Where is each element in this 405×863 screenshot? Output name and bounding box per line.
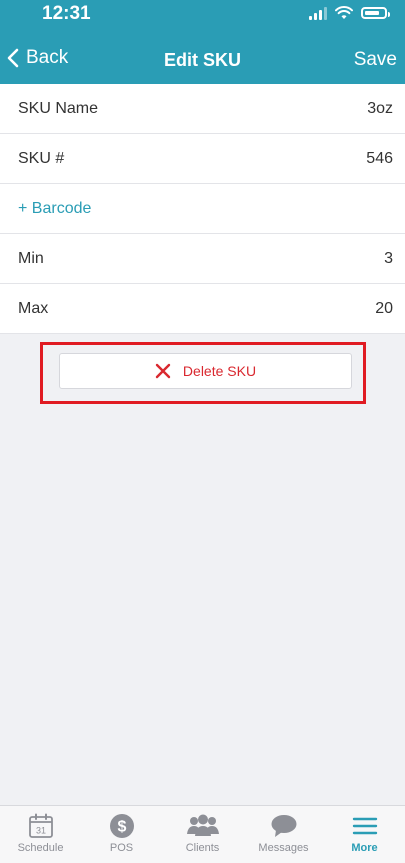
max-label: Max (18, 299, 49, 317)
tab-bar: 31 Schedule $ POS Clients Messages More (0, 805, 405, 863)
delete-sku-label: Delete SKU (182, 363, 257, 379)
min-label: Min (18, 249, 44, 267)
page-title: Edit SKU (163, 50, 241, 70)
sku-form: SKU Name 3oz SKU # 546 + Barcode Min 3 M… (0, 84, 405, 334)
tab-more[interactable]: More (324, 806, 405, 863)
tab-clients-label: Clients (185, 842, 220, 854)
cellular-signal-icon (309, 6, 327, 20)
calendar-icon: 31 (28, 813, 53, 838)
status-icons (309, 6, 390, 20)
close-icon (155, 363, 171, 379)
tab-clients[interactable]: Clients (162, 806, 243, 863)
tab-schedule[interactable]: 31 Schedule (0, 806, 81, 863)
barcode-row[interactable]: + Barcode (0, 184, 405, 234)
max-row[interactable]: Max 20 (0, 284, 405, 334)
tab-messages[interactable]: Messages (243, 806, 324, 863)
sku-name-value[interactable]: 3oz (367, 100, 393, 118)
tab-messages-label: Messages (258, 842, 309, 854)
sku-number-label: SKU # (18, 149, 65, 167)
delete-sku-button[interactable]: Delete SKU (59, 353, 352, 389)
wifi-icon (335, 6, 353, 19)
people-icon (186, 814, 219, 836)
svg-text:$: $ (117, 819, 126, 836)
status-time: 12:31 (42, 3, 91, 24)
save-button[interactable]: Save (354, 49, 397, 71)
tab-schedule-label: Schedule (17, 842, 64, 854)
tab-pos-label: POS (109, 842, 134, 854)
min-row[interactable]: Min 3 (0, 234, 405, 284)
tab-more-label: More (351, 842, 378, 854)
tab-pos[interactable]: $ POS (81, 806, 162, 863)
sku-number-row[interactable]: SKU # 546 (0, 134, 405, 184)
chat-bubble-icon (271, 815, 296, 837)
add-barcode-link[interactable]: + Barcode (18, 200, 91, 218)
sku-name-row[interactable]: SKU Name 3oz (0, 84, 405, 134)
battery-icon (361, 7, 390, 19)
dollar-icon: $ (109, 814, 134, 838)
max-value[interactable]: 20 (375, 300, 393, 318)
min-value[interactable]: 3 (384, 250, 393, 268)
sku-name-label: SKU Name (18, 99, 99, 117)
calendar-day-number: 31 (35, 826, 45, 836)
sku-number-value[interactable]: 546 (366, 150, 393, 168)
header-bar: 12:31 Back Edit SKU Save (0, 0, 405, 84)
menu-icon (352, 817, 377, 835)
